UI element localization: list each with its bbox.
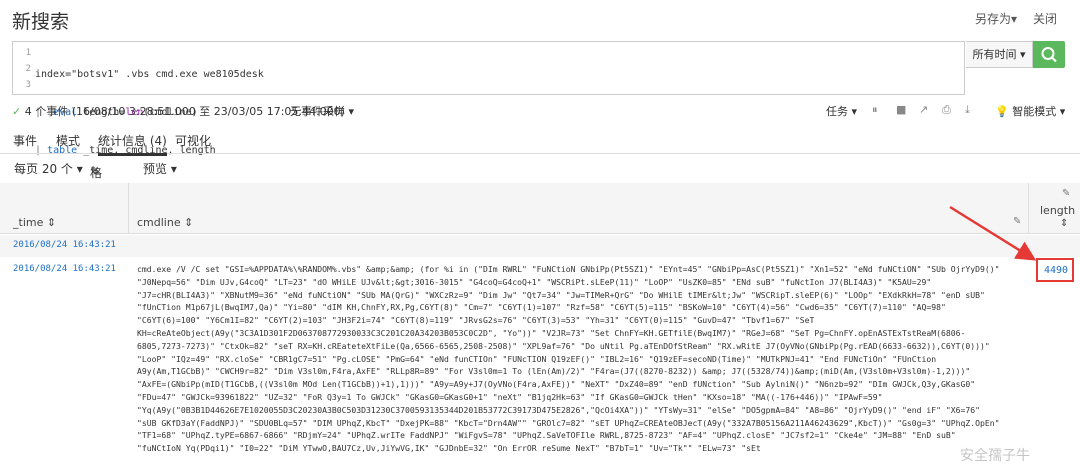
watermark: 安全孺子牛 <box>960 448 1030 464</box>
splunk-search-app: 新搜索 另存为▾ 关闭 1 2 3 index="botsv1" .vbs cm… <box>0 0 1080 473</box>
annotation-arrow <box>949 205 1037 261</box>
